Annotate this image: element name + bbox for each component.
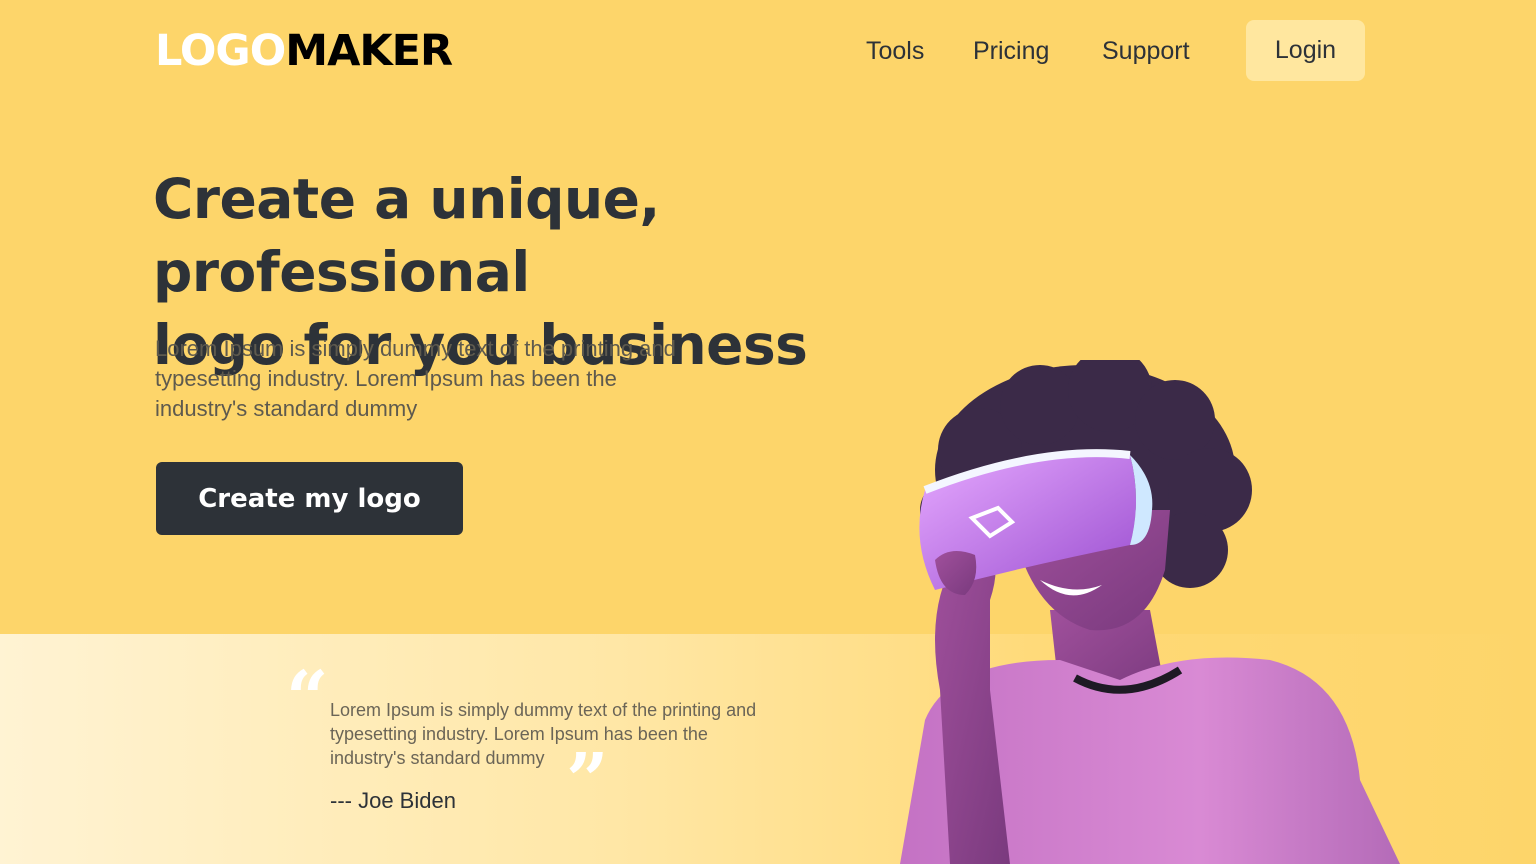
testimonial-quote-line-3: industry's standard dummy (330, 748, 545, 768)
nav-tools[interactable]: Tools (866, 36, 924, 66)
testimonial-quote: Lorem Ipsum is simply dummy text of the … (330, 698, 800, 770)
nav-support[interactable]: Support (1102, 36, 1190, 66)
logo[interactable]: LOGOMAKER (155, 26, 453, 76)
logo-part-logo: LOGO (155, 26, 286, 76)
hero-title-line-1: Create a unique, professional (153, 167, 660, 304)
hero-description-line-2: typesetting industry. Lorem Ipsum has be… (155, 366, 617, 391)
testimonial-author: --- Joe Biden (330, 788, 456, 813)
login-button[interactable]: Login (1246, 20, 1365, 81)
woman-with-vr-headset-image (900, 360, 1400, 864)
testimonial-quote-line-2: typesetting industry. Lorem Ipsum has be… (330, 724, 708, 744)
hero-description-line-1: Lorem Ipsum is simply dummy text of the … (155, 336, 676, 361)
close-quote-icon: ” (566, 738, 609, 824)
testimonial-quote-line-1: Lorem Ipsum is simply dummy text of the … (330, 700, 757, 720)
open-quote-icon: “ (286, 656, 329, 742)
hero-description-line-3: industry's standard dummy (155, 396, 418, 421)
create-logo-button[interactable]: Create my logo (156, 462, 463, 535)
logo-part-maker: MAKER (285, 26, 453, 76)
hero-description: Lorem Ipsum is simply dummy text of the … (155, 334, 755, 424)
nav-pricing[interactable]: Pricing (973, 36, 1049, 66)
